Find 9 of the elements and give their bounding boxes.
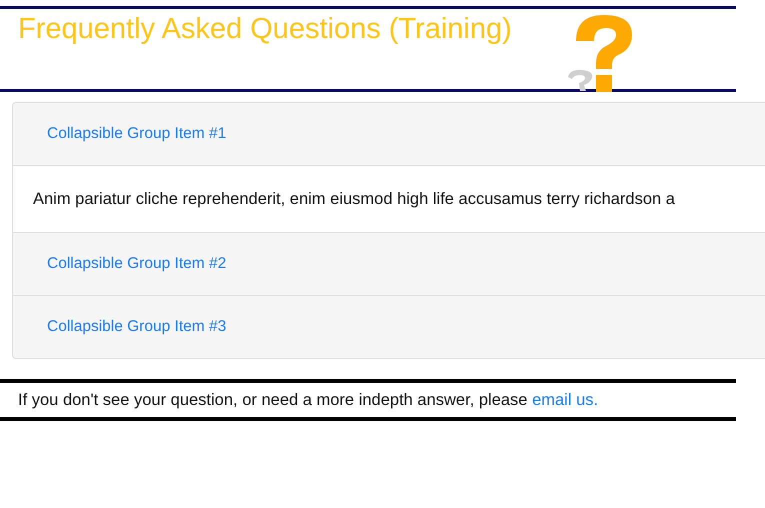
answer-text: Anim pariatur cliche reprehenderit, enim eiusmod high life accusamus terry richardson a <box>33 190 675 208</box>
accordion-item-link[interactable]: Collapsible Group Item #2 <box>47 255 226 273</box>
accordion-item-link[interactable]: Collapsible Group Item #3 <box>47 318 226 336</box>
email-link[interactable]: email us. <box>532 390 598 408</box>
page-title: Frequently Asked Questions (Training) <box>18 13 512 46</box>
accordion-header[interactable]: Collapsible Group Item #3 <box>13 295 765 358</box>
footer-text: If you don't see your question, or need a more indepth answer, please email us. <box>18 390 598 410</box>
accordion-header[interactable]: Collapsible Group Item #2 <box>13 232 765 295</box>
accordion-item-link[interactable]: Collapsible Group Item #1 <box>47 125 226 143</box>
